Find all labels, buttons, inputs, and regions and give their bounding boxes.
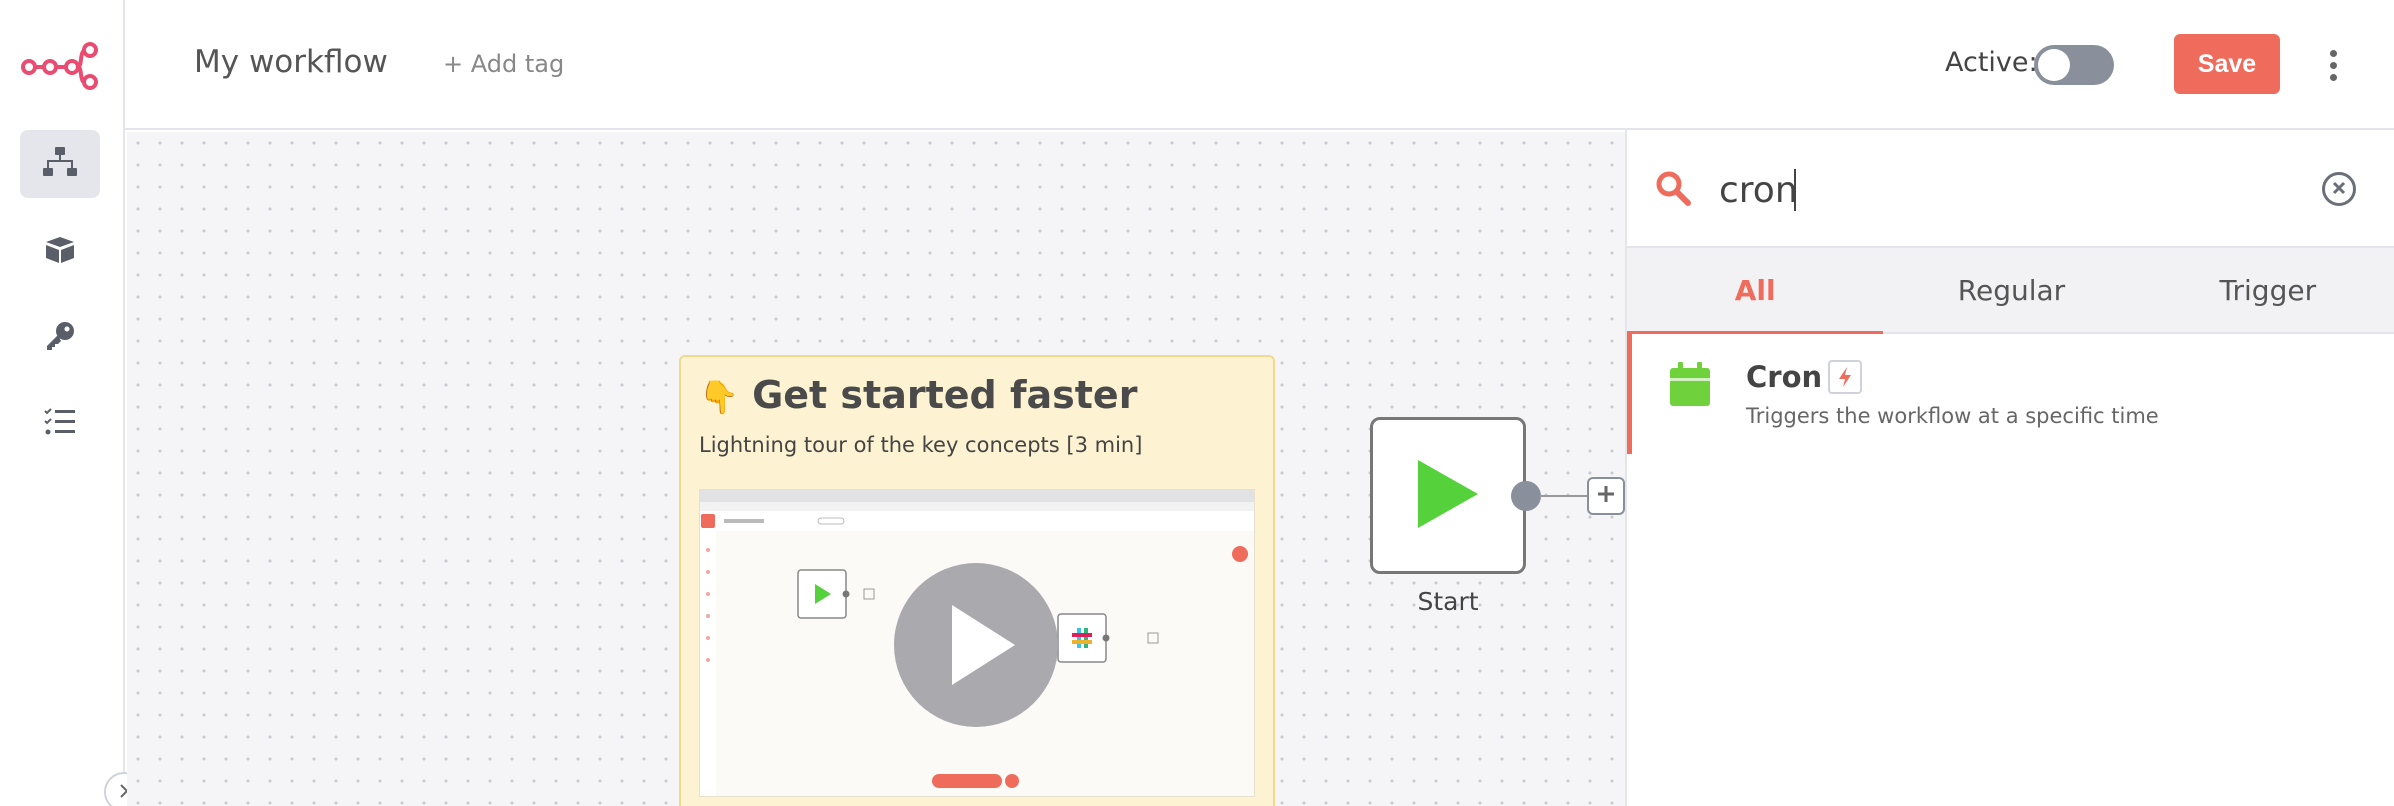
connector-line: [1539, 495, 1589, 497]
sticky-subtitle[interactable]: Lightning tour of the key concepts [3 mi…: [699, 433, 1142, 457]
tab-regular[interactable]: Regular: [1883, 248, 2139, 332]
active-toggle[interactable]: [2034, 45, 2114, 85]
workflow-network-icon: [43, 147, 77, 181]
sidebar-item-workflows[interactable]: [20, 130, 100, 198]
sticky-title: 👇 Get started faster: [699, 373, 1137, 417]
tab-all[interactable]: All: [1627, 248, 1884, 334]
node-type-tabs: All Regular Trigger: [1627, 248, 2394, 334]
sticky-title-text: Get started faster: [752, 373, 1138, 417]
node-description: Triggers the workflow at a specific time: [1746, 404, 2159, 428]
plus-icon: [1596, 484, 1616, 508]
toggle-knob: [2038, 49, 2070, 81]
workflow-name[interactable]: My workflow: [194, 44, 388, 80]
add-node-button[interactable]: [1587, 477, 1625, 515]
key-icon: [45, 321, 75, 355]
sidebar: [0, 0, 125, 806]
tasks-list-icon: [44, 407, 76, 441]
add-tag-button[interactable]: + Add tag: [443, 50, 564, 78]
start-node-label: Start: [1417, 587, 1479, 616]
node-result-cron[interactable]: Cron Triggers the workflow at a specific…: [1627, 334, 2394, 454]
sidebar-item-executions[interactable]: [20, 390, 100, 458]
calendar-icon: [1668, 362, 1712, 412]
node-name: Cron: [1746, 360, 1823, 394]
active-label: Active:: [1945, 47, 2038, 78]
start-node[interactable]: [1370, 417, 1526, 574]
box-open-icon: [44, 236, 76, 268]
video-thumbnail[interactable]: [699, 489, 1255, 797]
search-bar: [1627, 130, 2394, 248]
close-icon: [2332, 180, 2346, 199]
more-options-button[interactable]: [2318, 45, 2348, 85]
text-caret: [1794, 169, 1796, 211]
pointing-down-emoji: 👇: [699, 378, 739, 416]
trigger-bolt-icon: [1828, 360, 1862, 394]
tab-trigger[interactable]: Trigger: [2140, 248, 2394, 332]
search-icon: [1655, 170, 1691, 210]
sidebar-item-templates[interactable]: [20, 218, 100, 286]
workflow-canvas[interactable]: 👇 Get started faster Lightning tour of t…: [127, 132, 1625, 806]
sidebar-item-credentials[interactable]: [20, 304, 100, 372]
play-icon: [1416, 458, 1480, 534]
n8n-logo[interactable]: [20, 40, 100, 90]
search-input[interactable]: [1719, 160, 2279, 220]
output-connector[interactable]: [1511, 481, 1541, 511]
more-vertical-icon: [2329, 49, 2337, 57]
sticky-note[interactable]: 👇 Get started faster Lightning tour of t…: [679, 355, 1275, 806]
save-button[interactable]: Save: [2174, 34, 2280, 94]
clear-search-button[interactable]: [2322, 172, 2356, 206]
node-creator-panel: All Regular Trigger Cron Triggers the wo…: [1625, 130, 2394, 806]
header: My workflow + Add tag Active: Save: [125, 0, 2394, 130]
